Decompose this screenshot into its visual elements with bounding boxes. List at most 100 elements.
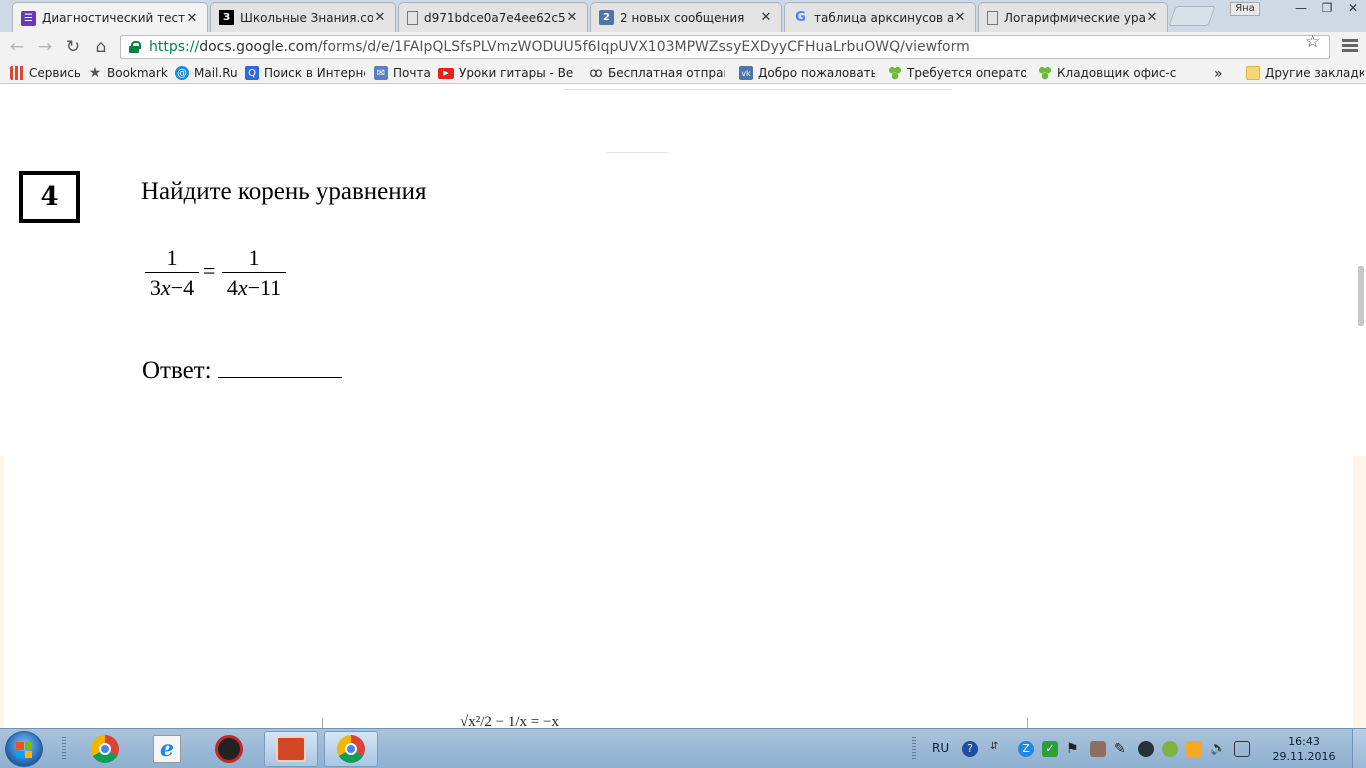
windows-taskbar: e RU ? ⇵ Z ✓ ⚑ ✎ 🔈 16:43 29.11.2016 [0,728,1366,768]
close-icon[interactable]: ✕ [1145,10,1159,25]
bookmark-vk[interactable]: vk Добро пожаловать | ВК [739,66,875,80]
new-tab-button[interactable] [1168,6,1216,26]
taskbar-chrome[interactable] [78,731,132,767]
browser-toolbar: ← → ↻ ⌂ https://docs.google.com/forms/d/… [0,32,1366,62]
clock[interactable]: 16:43 29.11.2016 [1270,734,1338,764]
google-icon: G [795,10,806,25]
tab-messages[interactable]: 2 2 новых сообщения ✕ [590,2,782,32]
volume-icon[interactable]: 🔈 [1210,741,1226,757]
app-icon [215,735,243,763]
apps-icon [10,66,24,80]
display-icon[interactable]: ⇵ [990,741,1006,757]
tab-title: d971bdce0a7e4ee62c5df87 [424,10,565,25]
tab-znanija[interactable]: З Школьные Знания.com - Р ✕ [210,2,396,32]
taskbar-ie[interactable]: e [140,731,194,767]
left-fraction: 1 3x−4 [145,244,199,301]
camera-icon[interactable] [1138,741,1154,757]
right-numerator: 1 [248,245,260,270]
youtube-icon: ▶ [438,67,454,79]
bookmark-label: Сервисы [29,66,80,80]
taskbar-grip [62,737,66,761]
taskbar-chrome-active[interactable] [324,731,378,767]
page-margin [1353,456,1366,728]
bookmark-mailru[interactable]: @ Mail.Ru [175,66,237,80]
tab-image-file[interactable]: d971bdce0a7e4ee62c5df87 ✕ [398,2,588,32]
mailru-icon: @ [175,66,189,80]
bookmark-job-storekeeper[interactable]: Кладовщик офис-склад [1038,66,1176,80]
scrollbar-thumb[interactable] [1358,266,1364,326]
right-denominator: 4x−11 [226,275,282,300]
bookmark-label: Bookmarks [107,66,168,80]
url-host: docs.google.com [199,39,318,55]
notification-icon[interactable] [1186,741,1202,757]
right-fraction: 1 4x−11 [222,244,286,301]
tab-title: таблица арксинусов аркк [814,10,953,25]
bookmark-search[interactable]: Q Поиск в Интернете [245,66,365,80]
bookmark-label: Mail.Ru [194,66,237,80]
chrome-icon [91,735,119,763]
minimize-icon[interactable]: — [1288,0,1314,18]
bookmark-bookmarks[interactable]: ★ Bookmarks [88,66,168,80]
tab-log-equations[interactable]: Логарифмические уравне ✕ [978,2,1168,32]
flag-icon[interactable]: ⚑ [1066,741,1082,757]
equals-sign: = [203,258,216,283]
antivirus-icon[interactable] [1162,741,1178,757]
close-icon[interactable]: ✕ [759,10,773,25]
window-controls: — ❐ ✕ [1288,0,1366,18]
close-icon[interactable]: ✕ [953,10,967,25]
help-icon[interactable]: ? [962,741,978,757]
check-icon[interactable]: ✓ [1042,741,1058,757]
job-icon [888,66,902,80]
tab-google-search[interactable]: G таблица арксинусов аркк ✕ [784,2,976,32]
restore-icon[interactable]: ❐ [1314,0,1340,18]
close-window-icon[interactable]: ✕ [1340,0,1366,18]
tab-title: Диагностический тест [42,11,185,25]
bookmark-mail[interactable]: ✉ Почта [374,66,430,80]
bookmark-job-operator[interactable]: Требуется оператор в [888,66,1026,80]
bookmarks-overflow-button[interactable]: » [1214,66,1228,82]
tab-diagnostic-test[interactable]: ☰ Диагностический тест ✕ [12,2,208,33]
tab-title: Логарифмические уравне [1004,10,1145,25]
url-scheme: https:// [149,39,200,55]
tab-strip: ☰ Диагностический тест ✕ З Школьные Знан… [0,0,1366,33]
windows-logo-icon [16,742,32,758]
tab-title: Школьные Знания.com - Р [240,10,373,25]
powerpoint-icon [276,736,306,762]
vk-icon: vk [739,66,753,80]
star-icon: ★ [88,66,102,80]
chrome-icon [337,735,365,763]
bookmark-star-icon[interactable]: ☆ [1305,32,1320,52]
bookmark-guitar[interactable]: ▶ Уроки гитары - Behind [438,66,574,80]
bookmark-services[interactable]: Сервисы [10,66,80,80]
other-bookmarks[interactable]: Другие закладки [1246,66,1364,80]
forward-icon[interactable]: → [34,37,56,57]
left-denominator: 3x−4 [149,275,195,300]
taskbar-powerpoint[interactable] [264,731,318,767]
close-icon[interactable]: ✕ [373,10,387,25]
show-desktop-button[interactable] [1352,729,1366,768]
home-icon[interactable]: ⌂ [90,37,112,57]
profile-button[interactable]: Яна [1230,2,1260,16]
bookmarks-bar: Сервисы ★ Bookmarks @ Mail.Ru Q Поиск в … [0,62,1366,84]
reload-icon[interactable]: ↻ [62,37,84,57]
package-icon[interactable] [1090,741,1106,757]
monitor-icon[interactable] [1234,741,1250,757]
bookmark-label: Почта [393,66,430,80]
back-icon[interactable]: ← [6,37,28,57]
bookmark-label: Добро пожаловать | ВК [758,66,875,80]
address-bar[interactable]: https://docs.google.com/forms/d/e/1FAIpQ… [120,35,1330,59]
bookmark-free-send[interactable]: ꝏ Бесплатная отправка С [589,66,725,80]
next-image-edge [322,718,1028,728]
bookmark-label: Кладовщик офис-склад [1057,66,1176,80]
close-icon[interactable]: ✕ [565,10,579,25]
menu-icon[interactable] [1342,37,1358,57]
zoom-icon[interactable]: Z [1018,741,1034,757]
taskbar-app[interactable] [202,731,256,767]
bookmark-label: Уроки гитары - Behind [459,66,574,80]
mail-icon: ✉ [374,66,388,80]
close-icon[interactable]: ✕ [185,11,199,26]
language-indicator[interactable]: RU [932,741,949,755]
network-icon[interactable]: ✎ [1114,741,1130,757]
start-button[interactable] [5,731,43,767]
bookmark-label: Требуется оператор в [907,66,1026,80]
